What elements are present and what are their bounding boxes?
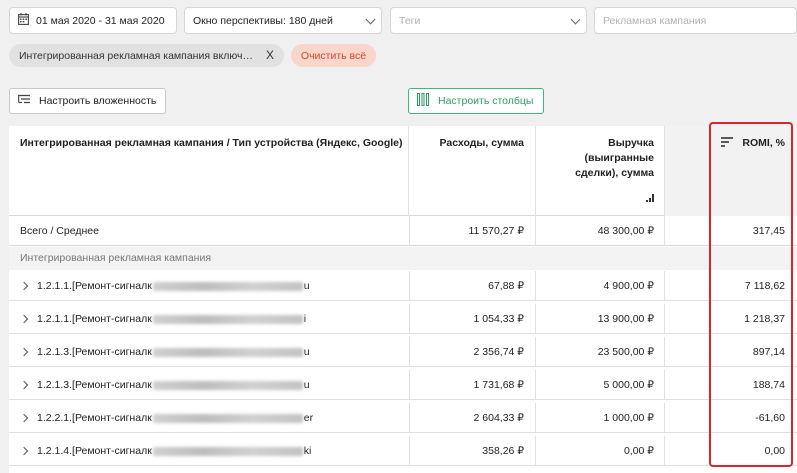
row-revenue: 4 900,00 ₽ (536, 271, 665, 301)
expand-chevron-icon[interactable] (20, 314, 29, 324)
row-romi: 188,74 (752, 379, 785, 391)
table-row[interactable]: 1.2.1.4.[Ремонт-сигналк ki 358,26 ₽ 0,00 … (9, 436, 797, 466)
row-revenue: 23 500,00 ₽ (536, 337, 665, 367)
sort-icon (721, 137, 734, 152)
row-name-suffix: u (303, 379, 310, 391)
configure-nesting-button[interactable]: Настроить вложенность (9, 88, 166, 114)
redacted-text (152, 281, 303, 291)
row-name-prefix: 1.2.1.3.[Ремонт-сигналк (37, 346, 152, 358)
date-range-value: 01 мая 2020 - 31 мая 2020 (36, 14, 165, 27)
close-icon[interactable]: X (266, 48, 274, 62)
configure-nesting-label: Настроить вложенность (39, 95, 157, 107)
row-romi: 897,14 (752, 346, 785, 358)
total-romi: 317,45 (752, 225, 785, 237)
report-table: Интегрированная рекламная кампания / Тип… (9, 126, 797, 473)
row-expenses: 358,26 ₽ (409, 436, 536, 466)
calendar-icon (18, 13, 29, 28)
campaign-select[interactable]: Рекламная кампания (594, 7, 797, 34)
row-name-suffix: u (303, 346, 310, 358)
column-header-romi[interactable]: ROMI, % (665, 126, 797, 216)
row-name-prefix: 1.2.1.3.[Ремонт-сигналк (37, 379, 152, 391)
row-expenses: 1 054,33 ₽ (409, 304, 536, 334)
sort-indicator-icon (646, 192, 654, 207)
tags-placeholder: Теги (399, 14, 421, 27)
table-row[interactable]: 1.2.1.1.[Ремонт-сигналк u 67,88 ₽ 4 900,0… (9, 271, 797, 301)
row-revenue: 0,00 ₽ (536, 436, 665, 466)
expand-chevron-icon[interactable] (20, 380, 29, 390)
total-row: Всего / Среднее 11 570,27 ₽ 48 300,00 ₽ … (9, 216, 797, 246)
expand-chevron-icon[interactable] (20, 281, 29, 291)
row-name-suffix: ki (303, 445, 312, 457)
row-name-suffix: er (303, 412, 314, 424)
columns-icon (417, 93, 429, 109)
row-romi: -61,60 (755, 412, 785, 424)
chevron-down-icon (365, 14, 376, 25)
column-header-revenue[interactable]: Выручка (выигранные сделки), сумма (536, 126, 665, 216)
expand-chevron-icon[interactable] (20, 347, 29, 357)
redacted-text (152, 314, 303, 324)
row-expenses: 2 604,33 ₽ (409, 403, 536, 433)
row-revenue: 13 900,00 ₽ (536, 304, 665, 334)
chevron-down-icon (570, 14, 581, 25)
table-header: Интегрированная рекламная кампания / Тип… (9, 126, 797, 216)
date-range-picker[interactable]: 01 мая 2020 - 31 мая 2020 (9, 7, 177, 34)
table-row[interactable]: 1.2.1.3.[Ремонт-сигналк u 2 356,74 ₽ 23 5… (9, 337, 797, 367)
configure-columns-label: Настроить столбцы (438, 95, 534, 107)
window-value: 180 дней (288, 14, 333, 27)
window-label: Окно перспективы: (193, 14, 286, 27)
redacted-text (152, 347, 303, 357)
row-name-prefix: 1.2.1.1.[Ремонт-сигналк (37, 313, 152, 325)
row-romi: 0,00 (764, 445, 785, 457)
total-revenue: 48 300,00 ₽ (536, 216, 665, 246)
tags-select[interactable]: Теги (390, 7, 587, 34)
redacted-text (152, 413, 303, 423)
row-name-suffix: i (303, 313, 307, 325)
clear-all-button[interactable]: Очистить всё (291, 44, 376, 67)
total-label: Всего / Среднее (20, 225, 99, 237)
row-revenue: 5 000,00 ₽ (536, 370, 665, 400)
active-filter-chip: Интегрированная рекламная кампания включ… (9, 44, 284, 67)
table-row[interactable]: 1.2.1.1.[Ремонт-сигналк i 1 054,33 ₽ 13 9… (9, 304, 797, 334)
row-revenue: 1 000,00 ₽ (536, 403, 665, 433)
row-expenses: 67,88 ₽ (409, 271, 536, 301)
row-expenses: 1 731,68 ₽ (409, 370, 536, 400)
romi-header-label: ROMI, % (742, 137, 785, 149)
row-name-suffix: u (303, 280, 310, 292)
redacted-text (152, 380, 303, 390)
row-name-prefix: 1.2.1.4.[Ремонт-сигналк (37, 445, 152, 457)
active-filter-label: Интегрированная рекламная кампания включ… (19, 49, 253, 62)
attribution-window-select[interactable]: Окно перспективы: 180 дней (184, 7, 382, 34)
campaign-placeholder: Рекламная кампания (603, 14, 707, 27)
revenue-header-line1: Выручка (608, 137, 654, 149)
expand-chevron-icon[interactable] (20, 413, 29, 423)
column-header-name[interactable]: Интегрированная рекламная кампания / Тип… (9, 126, 409, 216)
table-row[interactable]: 1.2.2.1.[Ремонт-сигналк er 2 604,33 ₽ 1 0… (9, 403, 797, 433)
revenue-header-line3: сделки), сумма (575, 167, 654, 179)
row-name-prefix: 1.2.2.1.[Ремонт-сигналк (37, 412, 152, 424)
expand-chevron-icon[interactable] (20, 446, 29, 456)
revenue-header-line2: (выигранные (584, 152, 655, 164)
nesting-icon (18, 94, 31, 109)
row-romi: 1 218,37 (744, 313, 785, 325)
row-romi: 7 118,62 (744, 280, 785, 292)
table-row[interactable]: 1.2.1.3.[Ремонт-сигналк u 1 731,68 ₽ 5 00… (9, 370, 797, 400)
row-name-prefix: 1.2.1.1.[Ремонт-сигналк (37, 280, 152, 292)
row-expenses: 2 356,74 ₽ (409, 337, 536, 367)
total-expenses: 11 570,27 ₽ (409, 216, 536, 246)
redacted-text (152, 446, 303, 456)
configure-columns-button[interactable]: Настроить столбцы (408, 88, 544, 114)
column-header-expenses[interactable]: Расходы, сумма (409, 126, 536, 216)
group-header: Интегрированная рекламная кампания (9, 247, 797, 270)
